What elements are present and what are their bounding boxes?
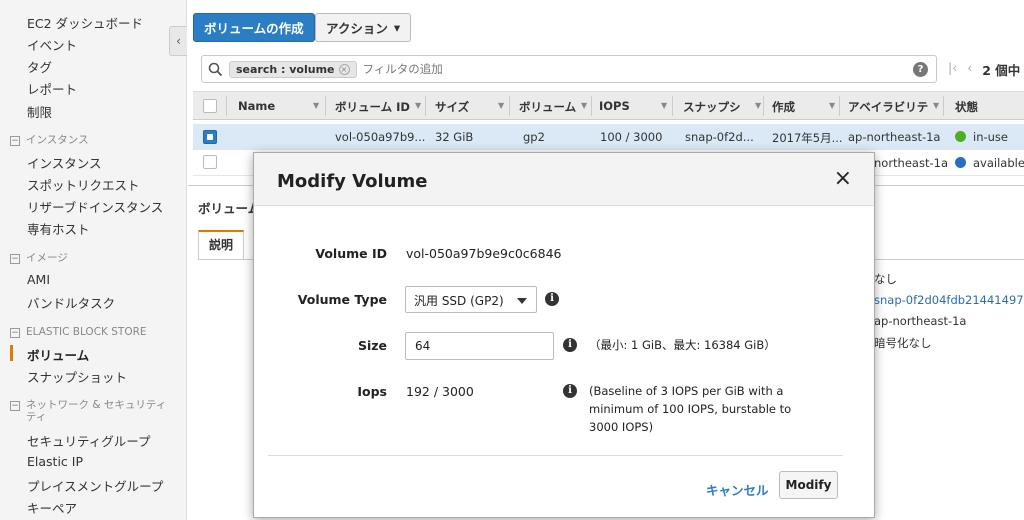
sort-icon[interactable]: ▼ — [415, 101, 421, 110]
size-input[interactable] — [405, 332, 554, 360]
column-header[interactable]: サイズ — [435, 99, 469, 115]
details-title: ボリューム — [198, 201, 261, 216]
column-header[interactable]: 作成 — [772, 99, 795, 115]
sort-icon[interactable]: ▼ — [755, 101, 761, 110]
column-header[interactable]: Name — [238, 99, 275, 113]
iops-hint: (Baseline of 3 IOPS per GiB with a minimu… — [589, 384, 792, 434]
table-row[interactable]: vol-050a97b9... 32 GiB gp2 100 / 3000 sn… — [193, 124, 1024, 150]
pagination: |‹ ‹ 2 個中 — [948, 60, 1020, 79]
volume-type-select[interactable]: 汎用 SSD (GP2) — [405, 286, 537, 313]
section-network-security[interactable]: − ネットワーク & セキュリティ ティ — [10, 399, 166, 423]
iops-value: 192 / 3000 — [406, 384, 474, 399]
active-indicator — [10, 345, 13, 361]
nav-bundle-tasks[interactable]: バンドルタスク — [27, 293, 115, 312]
nav-reports[interactable]: レポート — [27, 79, 77, 98]
create-volume-button[interactable]: ボリュームの作成 — [193, 13, 315, 42]
nav-placement-groups[interactable]: プレイスメントグループ — [27, 476, 163, 495]
volume-id-label: Volume ID — [315, 246, 387, 261]
nav-snapshots[interactable]: スナップショット — [27, 367, 127, 386]
sort-icon[interactable]: ▼ — [661, 101, 667, 110]
search-icon — [208, 62, 223, 76]
collapse-icon: − — [10, 401, 20, 411]
nav-events[interactable]: イベント — [27, 35, 77, 54]
chevron-left-icon: ‹ — [176, 34, 181, 48]
dialog-title: Modify Volume — [277, 171, 428, 192]
sort-icon[interactable]: ▼ — [933, 101, 939, 110]
modify-volume-dialog: Modify Volume × Volume ID vol-050a97b9e9… — [253, 152, 875, 518]
table-header: Name ▼ ボリューム ID ▼ サイズ ▼ ボリューム ▼ IOPS ▼ ス… — [193, 91, 1024, 120]
collapse-icon: − — [10, 328, 20, 338]
volume-type-label: Volume Type — [297, 292, 387, 307]
info-icon[interactable]: i — [545, 292, 559, 306]
status-badge: available — [955, 156, 1024, 170]
nav-dedicated-hosts[interactable]: 専有ホスト — [27, 219, 90, 238]
column-header[interactable]: IOPS — [599, 99, 630, 113]
detail-value: ap-northeast-1a — [874, 314, 967, 328]
section-instances[interactable]: − インスタンス — [10, 134, 89, 146]
collapse-icon: − — [10, 254, 20, 264]
nav-ec2-dashboard[interactable]: EC2 ダッシュボード — [27, 13, 143, 32]
nav-reserved-instances[interactable]: リザーブドインスタンス — [27, 197, 163, 216]
collapse-icon: − — [10, 136, 20, 146]
row-checkbox[interactable] — [203, 130, 217, 144]
nav-key-pairs[interactable]: キーペア — [27, 498, 77, 517]
chevron-down-icon: ▾ — [393, 20, 401, 35]
status-dot-icon — [955, 131, 966, 142]
sort-icon[interactable]: ▼ — [313, 101, 319, 110]
search-input[interactable]: フィルタの追加 — [363, 61, 443, 77]
divider — [268, 455, 843, 456]
column-header[interactable]: スナップシ — [683, 99, 741, 115]
nav-volumes[interactable]: ボリューム — [27, 345, 89, 364]
dialog-header: Modify Volume × — [254, 153, 874, 206]
section-ebs[interactable]: − ELASTIC BLOCK STORE — [10, 326, 147, 338]
volume-id-value: vol-050a97b9e9c0c6846 — [406, 246, 562, 261]
nav-security-groups[interactable]: セキュリティグループ — [27, 431, 151, 450]
sort-icon[interactable]: ▼ — [498, 101, 504, 110]
iops-label: Iops — [357, 384, 387, 399]
status-badge: in-use — [955, 130, 1008, 144]
nav-ami[interactable]: AMI — [27, 272, 50, 287]
search-bar[interactable]: search : volume × フィルタの追加 ? — [201, 55, 937, 83]
actions-button[interactable]: アクション ▾ — [315, 13, 412, 42]
cancel-button[interactable]: キャンセル — [706, 480, 769, 499]
nav-tags[interactable]: タグ — [27, 57, 52, 76]
sort-icon[interactable]: ▼ — [581, 101, 587, 110]
size-label: Size — [357, 338, 387, 353]
detail-value: 暗号化なし — [874, 336, 932, 350]
caret-down-icon — [517, 298, 527, 304]
nav-elastic-ip[interactable]: Elastic IP — [27, 454, 83, 469]
column-header[interactable]: 状態 — [955, 99, 978, 115]
tab-description[interactable]: 説明 — [198, 230, 244, 260]
help-icon[interactable]: ? — [913, 62, 928, 77]
sort-icon[interactable]: ▼ — [829, 101, 835, 110]
nav-instances[interactable]: インスタンス — [27, 153, 102, 172]
column-header[interactable]: ボリューム ID — [335, 99, 410, 115]
first-page-icon[interactable]: |‹ — [948, 60, 957, 79]
sidebar: EC2 ダッシュボード イベント タグ レポート 制限 − インスタンス インス… — [0, 0, 187, 520]
modify-button[interactable]: Modify — [779, 471, 838, 499]
size-hint: （最小: 1 GiB、最大: 16384 GiB） — [589, 338, 776, 352]
section-images[interactable]: − イメージ — [10, 252, 68, 264]
status-dot-icon — [955, 157, 966, 168]
nav-spot-requests[interactable]: スポットリクエスト — [27, 175, 140, 194]
column-header[interactable]: ボリューム — [519, 99, 577, 115]
info-icon[interactable]: i — [563, 338, 577, 352]
close-icon[interactable]: × — [834, 167, 852, 191]
nav-limits[interactable]: 制限 — [27, 102, 52, 121]
row-checkbox[interactable] — [203, 155, 217, 169]
prev-page-icon[interactable]: ‹ — [967, 60, 972, 79]
info-icon[interactable]: i — [563, 384, 577, 398]
select-all-checkbox[interactable] — [203, 99, 217, 113]
column-header[interactable]: アベイラビリテ — [848, 99, 928, 115]
snapshot-link[interactable]: snap-0f2d04fdb21441497 — [874, 293, 1024, 307]
remove-token-icon[interactable]: × — [338, 63, 350, 75]
detail-value: なし — [874, 272, 897, 286]
result-count: 2 個中 — [982, 63, 1021, 78]
sidebar-collapse-button[interactable]: ‹ — [169, 26, 187, 56]
search-token[interactable]: search : volume × — [229, 60, 357, 78]
